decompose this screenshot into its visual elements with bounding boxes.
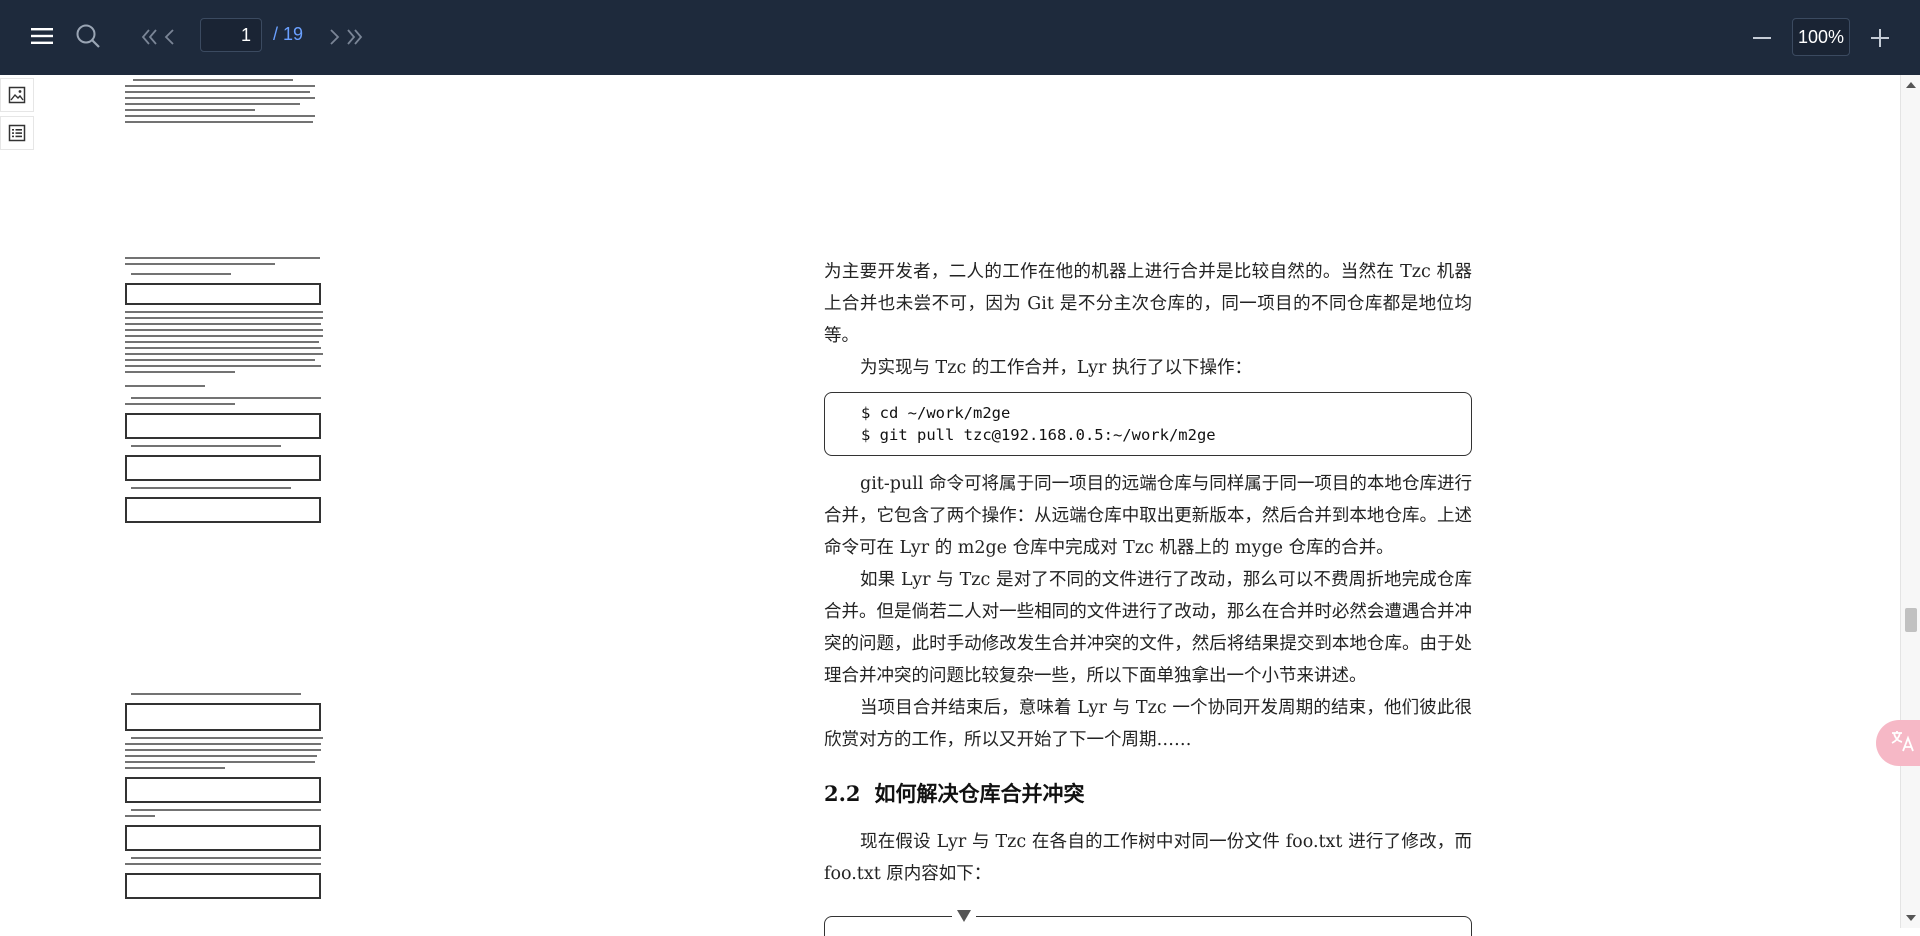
page-number-input[interactable] <box>200 18 262 52</box>
code-line: $ git pull tzc@192.168.0.5:~/work/m2ge <box>861 426 1216 444</box>
scroll-down-arrow-icon[interactable] <box>1906 915 1916 921</box>
document-page: 为主要开发者，二人的工作在他的机器上进行合并是比较自然的。当然在 Tzc 机器上… <box>824 256 1472 936</box>
code-line: $ cd ~/work/m2ge <box>861 404 1011 422</box>
thumbnail-panel <box>115 75 335 928</box>
scrollbar-thumb[interactable] <box>1905 608 1917 632</box>
image-icon[interactable] <box>0 78 34 112</box>
section-title: 如何解决仓库合并冲突 <box>874 781 1085 806</box>
page-thumbnail[interactable] <box>115 691 335 928</box>
vertical-scrollbar[interactable] <box>1900 75 1920 928</box>
paragraph: 为主要开发者，二人的工作在他的机器上进行合并是比较自然的。当然在 Tzc 机器上… <box>824 262 1472 346</box>
zoom-level[interactable]: 100% <box>1792 18 1850 56</box>
paragraph: git-pull 命令可将属于同一项目的远端仓库与同样属于同一项目的本地仓库进行… <box>824 474 1472 558</box>
collapse-arrow-icon[interactable] <box>952 906 976 926</box>
paragraph: 现在假设 Lyr 与 Tzc 在各自的工作树中对同一份文件 foo.txt 进行… <box>824 832 1472 884</box>
section-number: 2.2 <box>824 781 861 806</box>
chevron-right-icon[interactable] <box>326 26 344 48</box>
translate-button[interactable] <box>1876 720 1920 766</box>
code-block: $ cd ~/work/m2ge $ git pull tzc@192.168.… <box>824 392 1472 456</box>
minus-icon[interactable] <box>1750 26 1774 50</box>
page-thumbnail[interactable] <box>115 255 335 665</box>
list-icon[interactable] <box>0 116 34 150</box>
scroll-up-arrow-icon[interactable] <box>1906 82 1916 88</box>
paragraph: 如果 Lyr 与 Tzc 是对了不同的文件进行了改动，那么可以不费周折地完成仓库… <box>824 570 1472 686</box>
toolbar: / 19 100% <box>0 0 1920 75</box>
page-total: / 19 <box>273 24 304 44</box>
paragraph: 当项目合并结束后，意味着 Lyr 与 Tzc 一个协同开发周期的结束，他们彼此很… <box>824 698 1472 750</box>
paragraph: 为实现与 Tzc 的工作合并，Lyr 执行了以下操作： <box>860 358 1252 378</box>
section-heading: 2.2 如何解决仓库合并冲突 <box>824 778 1472 808</box>
code-block <box>824 916 1472 936</box>
double-chevron-left-icon[interactable] <box>140 26 160 48</box>
page-thumbnail[interactable] <box>115 75 335 125</box>
translate-icon <box>1890 729 1916 757</box>
search-icon[interactable] <box>74 22 102 50</box>
plus-icon[interactable] <box>1868 26 1892 50</box>
chevron-left-icon[interactable] <box>160 26 178 48</box>
menu-icon[interactable] <box>28 24 56 48</box>
double-chevron-right-icon[interactable] <box>344 26 364 48</box>
